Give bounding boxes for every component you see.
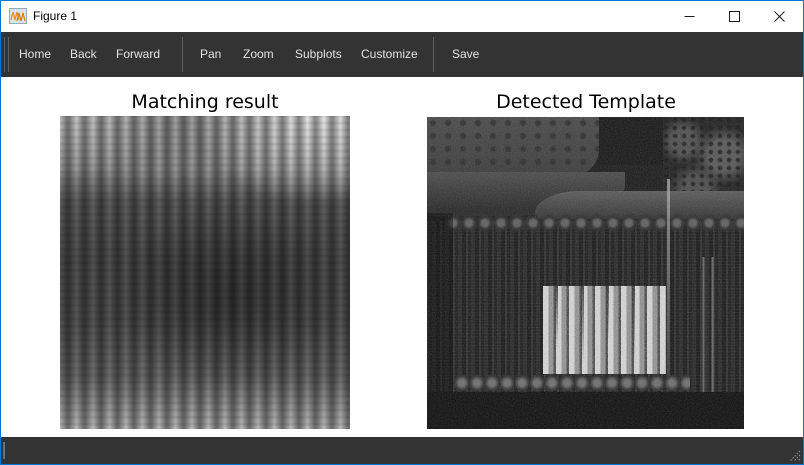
minimize-button[interactable] [667,1,712,32]
window-title: Figure 1 [33,1,77,32]
matplotlib-logo-icon [9,8,27,24]
detected-template-image [427,117,744,429]
right-panel-title: Detected Template [496,91,676,113]
close-button[interactable] [757,1,802,32]
maximize-icon [729,11,740,22]
customize-button[interactable]: Customize [361,32,418,77]
statusbar [1,437,803,464]
figure-canvas: Matching result Detected Template [1,77,803,437]
toolbar-separator [433,37,434,72]
figure-window: Figure 1 Home Back Forward Pan Zoom Subp… [0,0,804,465]
resize-grip-icon[interactable] [787,448,801,462]
home-button[interactable]: Home [19,32,51,77]
subplots-button[interactable]: Subplots [295,32,342,77]
navigation-toolbar: Home Back Forward Pan Zoom Subplots Cust… [1,32,803,77]
toolbar-grip[interactable] [4,37,9,72]
save-button[interactable]: Save [452,32,479,77]
close-icon [774,11,785,22]
toolbar-separator [182,37,183,72]
pan-button[interactable]: Pan [200,32,221,77]
minimize-icon [684,11,695,22]
window-controls [667,1,802,32]
forward-button[interactable]: Forward [116,32,160,77]
back-button[interactable]: Back [70,32,97,77]
matching-result-image [60,116,350,429]
titlebar[interactable]: Figure 1 [1,1,803,32]
maximize-button[interactable] [712,1,757,32]
left-panel-title: Matching result [131,91,278,113]
sem-noise-texture [427,117,744,429]
statusbar-grip [3,442,5,459]
zoom-button[interactable]: Zoom [243,32,274,77]
